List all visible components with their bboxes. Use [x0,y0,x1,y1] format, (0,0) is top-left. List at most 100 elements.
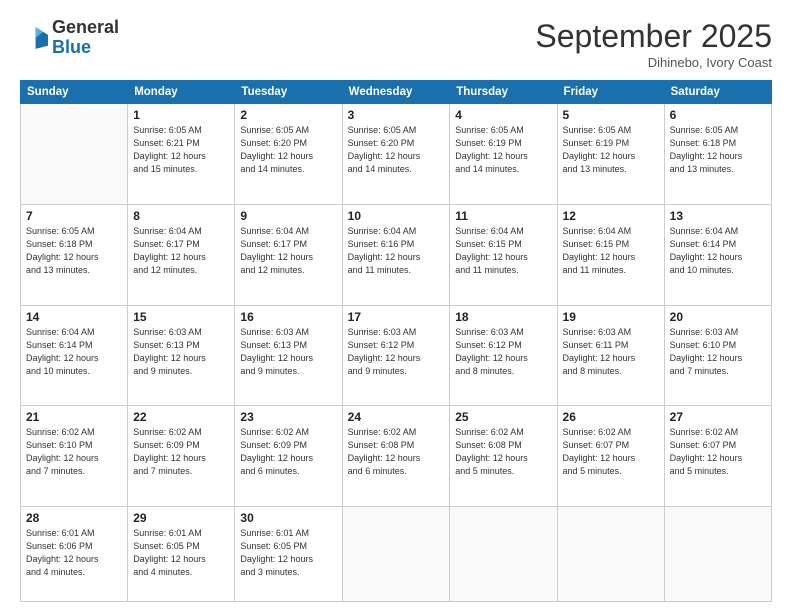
column-header-monday: Monday [128,81,235,104]
calendar-cell [664,507,771,602]
calendar-table: SundayMondayTuesdayWednesdayThursdayFrid… [20,80,772,602]
day-number: 2 [240,108,336,122]
calendar-cell [21,104,128,205]
day-number: 23 [240,410,336,424]
calendar-week-row: 28 Sunrise: 6:01 AM Sunset: 6:06 PM Dayli… [21,507,772,602]
calendar-cell: 21 Sunrise: 6:02 AM Sunset: 6:10 PM Dayli… [21,406,128,507]
logo-text: General Blue [52,18,119,58]
day-info: Sunrise: 6:02 AM Sunset: 6:07 PM Dayligh… [563,426,659,478]
day-info: Sunrise: 6:04 AM Sunset: 6:14 PM Dayligh… [670,225,766,277]
day-number: 8 [133,209,229,223]
calendar-week-row: 1 Sunrise: 6:05 AM Sunset: 6:21 PM Daylig… [21,104,772,205]
day-info: Sunrise: 6:03 AM Sunset: 6:13 PM Dayligh… [240,326,336,378]
day-info: Sunrise: 6:05 AM Sunset: 6:20 PM Dayligh… [240,124,336,176]
calendar-cell: 14Sunrise: 6:04 AM Sunset: 6:14 PM Dayli… [21,305,128,406]
day-info: Sunrise: 6:03 AM Sunset: 6:12 PM Dayligh… [455,326,551,378]
day-info: Sunrise: 6:01 AM Sunset: 6:05 PM Dayligh… [240,527,336,579]
day-info: Sunrise: 6:02 AM Sunset: 6:08 PM Dayligh… [455,426,551,478]
day-number: 12 [563,209,659,223]
day-number: 21 [26,410,122,424]
calendar-cell: 30 Sunrise: 6:01 AM Sunset: 6:05 PM Dayli… [235,507,342,602]
calendar-cell: 17Sunrise: 6:03 AM Sunset: 6:12 PM Dayli… [342,305,450,406]
calendar-cell: 20Sunrise: 6:03 AM Sunset: 6:10 PM Dayli… [664,305,771,406]
day-info: Sunrise: 6:05 AM Sunset: 6:19 PM Dayligh… [455,124,551,176]
day-info: Sunrise: 6:03 AM Sunset: 6:12 PM Dayligh… [348,326,445,378]
day-number: 4 [455,108,551,122]
day-info: Sunrise: 6:04 AM Sunset: 6:15 PM Dayligh… [563,225,659,277]
day-number: 29 [133,511,229,525]
calendar-cell [557,507,664,602]
day-info: Sunrise: 6:03 AM Sunset: 6:13 PM Dayligh… [133,326,229,378]
calendar-cell: 6Sunrise: 6:05 AM Sunset: 6:18 PM Daylig… [664,104,771,205]
day-number: 30 [240,511,336,525]
day-number: 27 [670,410,766,424]
day-info: Sunrise: 6:05 AM Sunset: 6:19 PM Dayligh… [563,124,659,176]
calendar-cell: 28 Sunrise: 6:01 AM Sunset: 6:06 PM Dayli… [21,507,128,602]
calendar-cell: 3Sunrise: 6:05 AM Sunset: 6:20 PM Daylig… [342,104,450,205]
calendar-week-row: 7 Sunrise: 6:05 AM Sunset: 6:18 PM Daylig… [21,204,772,305]
logo: General Blue [20,18,119,58]
calendar-cell: 22 Sunrise: 6:02 AM Sunset: 6:09 PM Dayli… [128,406,235,507]
calendar-cell: 4 Sunrise: 6:05 AM Sunset: 6:19 PM Daylig… [450,104,557,205]
day-number: 22 [133,410,229,424]
day-info: Sunrise: 6:02 AM Sunset: 6:09 PM Dayligh… [240,426,336,478]
day-number: 11 [455,209,551,223]
page: General Blue September 2025 Dihinebo, Iv… [0,0,792,612]
day-number: 15 [133,310,229,324]
calendar-cell: 16 Sunrise: 6:03 AM Sunset: 6:13 PM Dayli… [235,305,342,406]
calendar-header-row: SundayMondayTuesdayWednesdayThursdayFrid… [21,81,772,104]
calendar-cell: 18Sunrise: 6:03 AM Sunset: 6:12 PM Dayli… [450,305,557,406]
day-info: Sunrise: 6:04 AM Sunset: 6:17 PM Dayligh… [133,225,229,277]
day-info: Sunrise: 6:02 AM Sunset: 6:08 PM Dayligh… [348,426,445,478]
day-info: Sunrise: 6:01 AM Sunset: 6:06 PM Dayligh… [26,527,122,579]
calendar-cell: 15 Sunrise: 6:03 AM Sunset: 6:13 PM Dayli… [128,305,235,406]
day-info: Sunrise: 6:03 AM Sunset: 6:10 PM Dayligh… [670,326,766,378]
day-number: 1 [133,108,229,122]
calendar-cell: 29Sunrise: 6:01 AM Sunset: 6:05 PM Dayli… [128,507,235,602]
day-info: Sunrise: 6:02 AM Sunset: 6:09 PM Dayligh… [133,426,229,478]
day-info: Sunrise: 6:02 AM Sunset: 6:10 PM Dayligh… [26,426,122,478]
day-number: 25 [455,410,551,424]
day-info: Sunrise: 6:02 AM Sunset: 6:07 PM Dayligh… [670,426,766,478]
column-header-wednesday: Wednesday [342,81,450,104]
calendar-cell: 2 Sunrise: 6:05 AM Sunset: 6:20 PM Daylig… [235,104,342,205]
calendar-cell: 19 Sunrise: 6:03 AM Sunset: 6:11 PM Dayli… [557,305,664,406]
day-number: 19 [563,310,659,324]
day-info: Sunrise: 6:05 AM Sunset: 6:21 PM Dayligh… [133,124,229,176]
day-number: 26 [563,410,659,424]
title-block: September 2025 Dihinebo, Ivory Coast [535,18,772,70]
day-info: Sunrise: 6:05 AM Sunset: 6:20 PM Dayligh… [348,124,445,176]
column-header-tuesday: Tuesday [235,81,342,104]
column-header-friday: Friday [557,81,664,104]
day-number: 16 [240,310,336,324]
calendar-cell: 9 Sunrise: 6:04 AM Sunset: 6:17 PM Daylig… [235,204,342,305]
calendar-cell: 25 Sunrise: 6:02 AM Sunset: 6:08 PM Dayli… [450,406,557,507]
calendar-week-row: 14Sunrise: 6:04 AM Sunset: 6:14 PM Dayli… [21,305,772,406]
calendar-cell [342,507,450,602]
day-info: Sunrise: 6:03 AM Sunset: 6:11 PM Dayligh… [563,326,659,378]
day-number: 10 [348,209,445,223]
calendar-cell: 11 Sunrise: 6:04 AM Sunset: 6:15 PM Dayli… [450,204,557,305]
day-number: 28 [26,511,122,525]
column-header-thursday: Thursday [450,81,557,104]
day-number: 24 [348,410,445,424]
day-info: Sunrise: 6:04 AM Sunset: 6:16 PM Dayligh… [348,225,445,277]
calendar-cell: 12 Sunrise: 6:04 AM Sunset: 6:15 PM Dayli… [557,204,664,305]
day-number: 5 [563,108,659,122]
day-info: Sunrise: 6:05 AM Sunset: 6:18 PM Dayligh… [26,225,122,277]
logo-blue: Blue [52,37,91,57]
calendar-cell: 23 Sunrise: 6:02 AM Sunset: 6:09 PM Dayli… [235,406,342,507]
day-number: 9 [240,209,336,223]
header: General Blue September 2025 Dihinebo, Iv… [20,18,772,70]
day-info: Sunrise: 6:04 AM Sunset: 6:17 PM Dayligh… [240,225,336,277]
calendar-cell: 26 Sunrise: 6:02 AM Sunset: 6:07 PM Dayli… [557,406,664,507]
calendar-cell: 5 Sunrise: 6:05 AM Sunset: 6:19 PM Daylig… [557,104,664,205]
day-number: 13 [670,209,766,223]
day-number: 14 [26,310,122,324]
logo-icon [20,24,48,52]
day-number: 7 [26,209,122,223]
day-info: Sunrise: 6:05 AM Sunset: 6:18 PM Dayligh… [670,124,766,176]
month-title: September 2025 [535,18,772,55]
day-info: Sunrise: 6:04 AM Sunset: 6:15 PM Dayligh… [455,225,551,277]
calendar-cell: 10 Sunrise: 6:04 AM Sunset: 6:16 PM Dayli… [342,204,450,305]
